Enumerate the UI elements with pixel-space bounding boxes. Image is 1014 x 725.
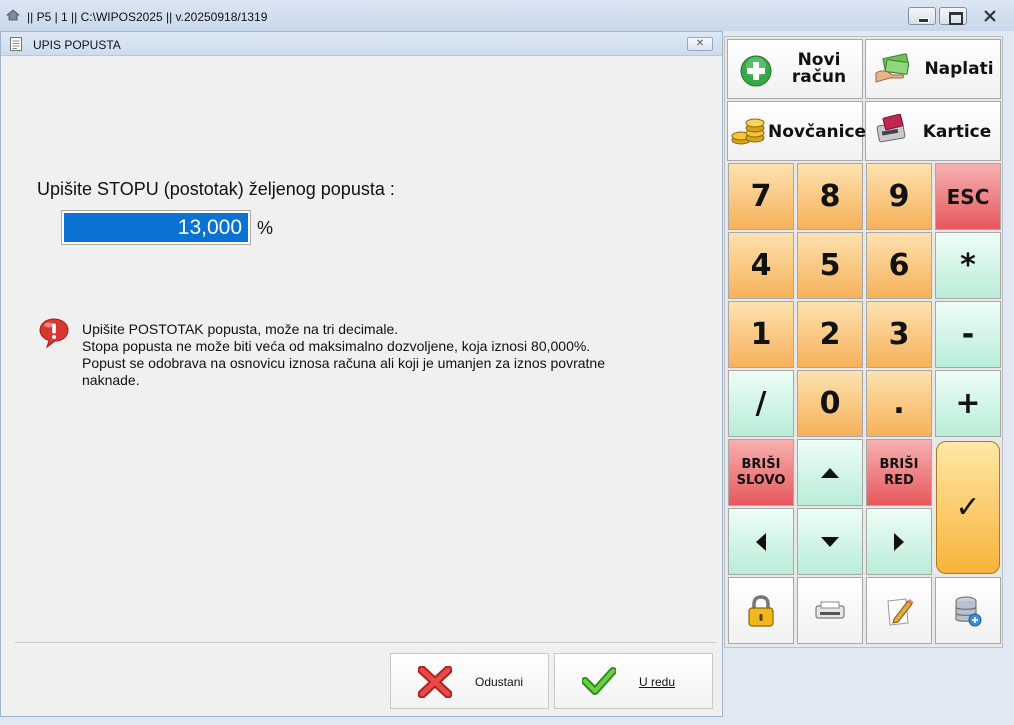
cards-button[interactable]: Kartice (865, 101, 1001, 161)
dialog-header: UPIS POPUSTA ✕ (1, 32, 722, 56)
dialog-title: UPIS POPUSTA (33, 38, 121, 52)
cards-label: Kartice (922, 122, 992, 142)
lock-button[interactable] (728, 577, 794, 644)
delete-char-label-1: BRIŠI (741, 456, 781, 472)
keypad-panel: Novi račun Naplati Novčanice Kartice 7 8… (724, 36, 1003, 648)
key-4[interactable]: 4 (728, 232, 794, 299)
discount-input[interactable]: 13,000 (61, 210, 251, 245)
info-line: naknade. (82, 372, 140, 388)
cancel-label: Odustani (475, 675, 524, 689)
slash-key[interactable]: / (728, 370, 794, 437)
ok-button[interactable]: U redu (554, 653, 713, 709)
red-x-icon (418, 666, 452, 698)
plus-key[interactable]: + (935, 370, 1001, 437)
plus-circle-icon (740, 55, 772, 87)
maximize-button[interactable] (939, 7, 967, 25)
key-2[interactable]: 2 (797, 301, 863, 368)
discount-value: 13,000 (64, 213, 248, 242)
minimize-button[interactable] (908, 7, 936, 25)
key-0[interactable]: 0 (797, 370, 863, 437)
database-icon (955, 596, 982, 626)
key-8[interactable]: 8 (797, 163, 863, 230)
triangle-left-icon (756, 532, 766, 551)
cancel-button[interactable]: Odustani (390, 653, 549, 709)
window-title: || P5 | 1 || C:\WIPOS2025 || v.20250918/… (27, 10, 268, 24)
esc-button[interactable]: ESC (935, 163, 1001, 230)
new-bill-button[interactable]: Novi račun (727, 39, 863, 99)
new-bill-label-2: račun (791, 67, 847, 87)
key-3[interactable]: 3 (866, 301, 932, 368)
delete-char-label-2: SLOVO (736, 472, 786, 488)
down-arrow-key[interactable] (797, 508, 863, 575)
right-arrow-key[interactable] (866, 508, 932, 575)
key-9[interactable]: 9 (866, 163, 932, 230)
edit-button[interactable] (866, 577, 932, 644)
app-icon (6, 9, 20, 21)
close-icon (984, 10, 996, 22)
printer-button[interactable] (797, 577, 863, 644)
key-7[interactable]: 7 (728, 163, 794, 230)
triangle-down-icon (821, 536, 839, 547)
window-titlebar: || P5 | 1 || C:\WIPOS2025 || v.20250918/… (0, 0, 1014, 31)
delete-row-label-2: RED (884, 472, 914, 488)
key-6[interactable]: 6 (866, 232, 932, 299)
delete-row-label-1: BRIŠI (879, 456, 919, 472)
key-5[interactable]: 5 (797, 232, 863, 299)
discount-dialog: UPIS POPUSTA ✕ Upišite STOPU (postotak) … (0, 31, 723, 717)
percent-unit: % (257, 218, 274, 238)
close-window-button[interactable] (970, 7, 1008, 25)
coins-icon (731, 118, 765, 145)
multiply-key[interactable]: * (935, 232, 1001, 299)
dialog-close-button[interactable]: ✕ (687, 37, 713, 51)
info-line: Upišite POSTOTAK popusta, može na tri de… (82, 321, 399, 337)
cash-button[interactable]: Novčanice (727, 101, 867, 161)
left-arrow-key[interactable] (728, 508, 794, 575)
database-button[interactable] (935, 577, 1001, 644)
triangle-up-icon (821, 467, 839, 478)
enter-button[interactable]: ✓ (936, 441, 1000, 574)
pay-button[interactable]: Naplati (865, 39, 1001, 99)
delete-row-button[interactable]: BRIŠI RED (866, 439, 932, 506)
info-warning-icon (39, 318, 69, 349)
key-1[interactable]: 1 (728, 301, 794, 368)
info-line: Stopa popusta ne može biti veća od maksi… (82, 338, 591, 354)
up-arrow-key[interactable] (797, 439, 863, 506)
document-icon (10, 37, 22, 51)
divider (15, 642, 716, 643)
cash-label: Novčanice (768, 122, 867, 142)
money-hand-icon (875, 53, 910, 83)
info-message: Upišite POSTOTAK popusta, može na tri de… (82, 321, 662, 389)
dot-key[interactable]: . (866, 370, 932, 437)
pencil-paper-icon (887, 597, 914, 626)
pay-label: Naplati (924, 59, 994, 79)
info-line: Popust se odobrava na osnovicu iznosa ra… (82, 355, 605, 371)
card-terminal-icon (876, 114, 906, 143)
green-check-icon (582, 667, 616, 695)
delete-char-button[interactable]: BRIŠI SLOVO (728, 439, 794, 506)
ok-label: U redu (639, 675, 676, 689)
minus-key[interactable]: - (935, 301, 1001, 368)
printer-icon (815, 601, 845, 618)
discount-prompt: Upišite STOPU (postotak) željenog popust… (37, 179, 395, 199)
lock-icon (748, 594, 774, 627)
triangle-right-icon (894, 532, 904, 551)
